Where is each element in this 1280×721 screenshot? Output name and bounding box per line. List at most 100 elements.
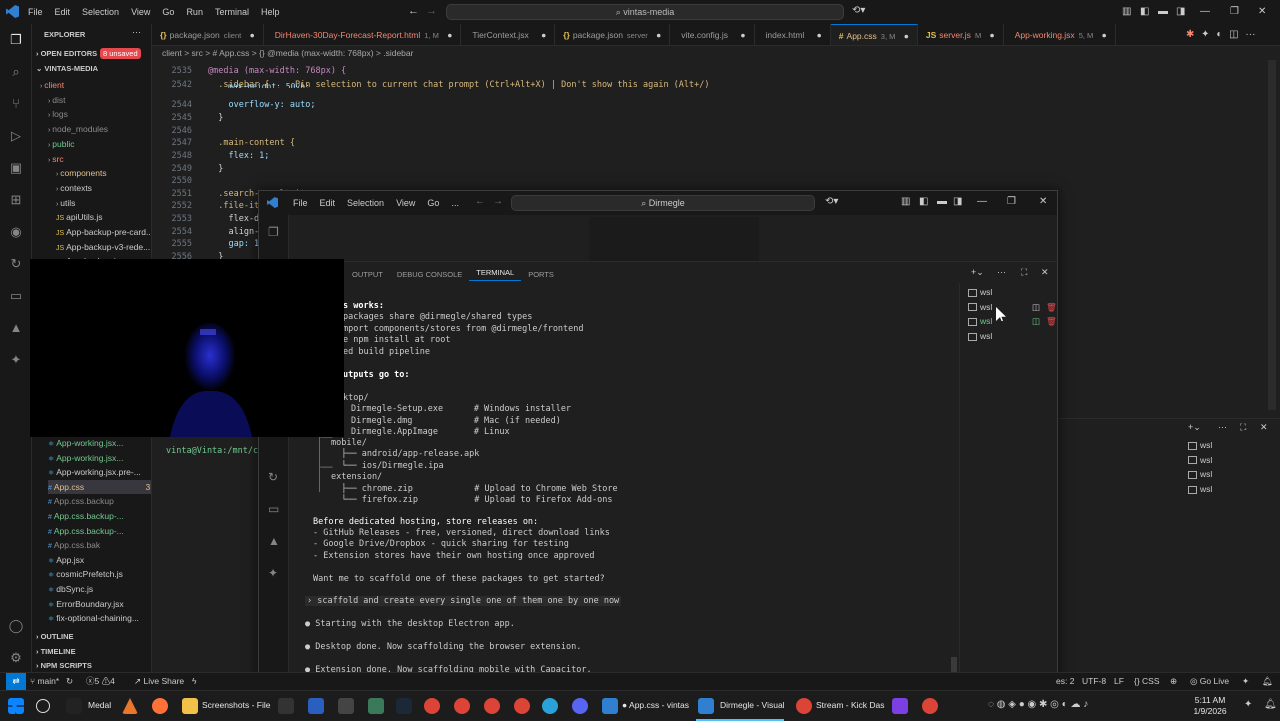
secondary-sidebar-icon[interactable]: ◨: [1176, 6, 1185, 17]
telegram-icon[interactable]: [542, 698, 558, 714]
editor-tab[interactable]: JS server.js M ●: [918, 24, 1004, 45]
new-terminal-icon[interactable]: +⌄: [1188, 422, 1201, 433]
folder-item[interactable]: › dist: [48, 93, 151, 107]
unsaved-dot-icon[interactable]: ●: [445, 30, 452, 40]
restore-icon[interactable]: ❐: [1230, 6, 1239, 17]
folder-item[interactable]: › node_modules: [48, 122, 151, 136]
terminal-instance[interactable]: wsl: [968, 331, 992, 341]
terminal-instance[interactable]: wsl: [1188, 440, 1212, 450]
problems-indicator[interactable]: ⓧ5 ⚠4: [86, 673, 115, 690]
layout-icon[interactable]: ▥: [1122, 6, 1131, 17]
tray-icons[interactable]: ◌ ◍ ◈ ● ◉ ✱ ◎ ◐ ☁ ♪: [988, 699, 1088, 710]
ai-sparkle-icon[interactable]: ✦: [8, 352, 24, 368]
eol[interactable]: LF: [1114, 673, 1124, 690]
taskbar-medal-label[interactable]: Medal: [88, 700, 111, 710]
folder-item[interactable]: › utils: [56, 196, 151, 210]
split-terminal-icon[interactable]: ◫: [1032, 302, 1040, 313]
copilot-icon[interactable]: ⟲▾: [825, 196, 838, 207]
file-item[interactable]: # App.css.backup-...U: [48, 524, 151, 538]
menu-go[interactable]: Go: [421, 198, 445, 208]
copilot-sparkle-icon[interactable]: ✦: [1244, 699, 1252, 710]
folder-item[interactable]: › logs: [48, 107, 151, 121]
menu-file[interactable]: File: [22, 7, 49, 17]
sparkle-icon[interactable]: ✦: [1242, 673, 1249, 690]
app-icon[interactable]: [892, 698, 908, 714]
menu-selection[interactable]: Selection: [341, 198, 390, 208]
chrome-extra-icon[interactable]: [922, 698, 938, 714]
folder-item[interactable]: › public: [48, 137, 151, 151]
run-debug-icon[interactable]: ▷: [8, 128, 24, 144]
search-icon[interactable]: [36, 699, 50, 713]
close-panel-icon[interactable]: ✕: [1041, 267, 1049, 278]
file-item[interactable]: ⚛ App.jsx: [48, 553, 151, 567]
editor-tab[interactable]: # App.css 3, M ●: [830, 24, 918, 45]
git-icon[interactable]: [368, 698, 384, 714]
file-explorer-icon[interactable]: [182, 698, 198, 714]
minimize-icon[interactable]: —: [977, 196, 987, 207]
explorer-icon[interactable]: ❐: [8, 32, 24, 48]
vscode-icon[interactable]: [602, 698, 618, 714]
search-icon[interactable]: ⌕: [8, 64, 24, 80]
file-item[interactable]: ⚛ App-working.jsx...U: [48, 451, 151, 465]
steam-icon[interactable]: [396, 698, 412, 714]
ai-sparkle-icon[interactable]: ✦: [268, 566, 278, 580]
minimize-icon[interactable]: —: [1200, 6, 1210, 17]
split-terminal-icon[interactable]: ◫: [1032, 316, 1040, 327]
sidebar-toggle-icon[interactable]: ◧: [919, 196, 928, 207]
file-item[interactable]: ⚛ App-working.jsx.pre-...: [48, 465, 151, 479]
clock-date[interactable]: 1/9/2026: [1188, 706, 1232, 716]
taskbar-stream-label[interactable]: Stream - Kick Das: [816, 700, 885, 710]
indentation[interactable]: es: 2: [1056, 673, 1074, 690]
menu-more[interactable]: ...: [445, 198, 465, 208]
editor-tab[interactable]: TierContext.jsx ●: [461, 24, 556, 45]
extensions-icon[interactable]: ⊞: [8, 192, 24, 208]
encoding[interactable]: UTF-8: [1082, 673, 1106, 690]
tab-ports[interactable]: PORTS: [521, 270, 561, 279]
sidebar-toggle-icon[interactable]: ◧: [1140, 6, 1149, 17]
firefox-icon[interactable]: [152, 698, 168, 714]
remote-indicator-icon[interactable]: ⇄: [6, 673, 26, 690]
back-arrow-icon[interactable]: ←: [475, 196, 485, 207]
unsaved-dot-icon[interactable]: ●: [654, 30, 661, 40]
live-share-button[interactable]: ↗ Live Share: [134, 673, 184, 690]
account-icon[interactable]: ◯: [8, 618, 24, 634]
new-terminal-icon[interactable]: +⌄: [971, 267, 984, 278]
bolt-icon[interactable]: ϟ: [192, 673, 197, 690]
unsaved-dot-icon[interactable]: ●: [539, 30, 546, 40]
timeline-header[interactable]: › TIMELINE: [36, 645, 151, 659]
file-item[interactable]: # App.css.backup-...U: [48, 509, 151, 523]
tab-output[interactable]: OUTPUT: [345, 270, 390, 279]
source-control-icon[interactable]: ⑂: [8, 96, 24, 112]
back-arrow-icon[interactable]: ←: [408, 5, 419, 17]
file-item[interactable]: ⚛ App-working.jsx...U: [48, 436, 151, 450]
remote-explorer-icon[interactable]: ▣: [8, 160, 24, 176]
terminal-instance[interactable]: wsl: [1188, 455, 1212, 465]
medal-icon[interactable]: [66, 698, 82, 714]
copilot-status-icon[interactable]: ⊕: [1170, 673, 1177, 690]
unsaved-dot-icon[interactable]: ●: [987, 30, 995, 40]
maximize-panel-icon[interactable]: ⛶: [1240, 422, 1246, 433]
menu-run[interactable]: Run: [180, 7, 209, 17]
live-share-icon[interactable]: ↻: [8, 256, 24, 272]
panel-toggle-icon[interactable]: ▬: [937, 196, 947, 207]
split-editor-icon[interactable]: ◫: [1229, 29, 1238, 40]
more-actions-icon[interactable]: ···: [997, 267, 1006, 277]
menu-terminal[interactable]: Terminal: [209, 7, 255, 17]
terminal-instance[interactable]: wsl ◫ 🗑︎: [968, 302, 1064, 312]
tab-debug-console[interactable]: DEBUG CONSOLE: [390, 270, 469, 279]
terminal-instance[interactable]: wsl: [968, 287, 992, 297]
breadcrumb[interactable]: client > src > # App.css > {} @media (ma…: [162, 46, 413, 60]
command-center-search[interactable]: ⌕ Dirmegle: [511, 195, 815, 211]
unsaved-dot-icon[interactable]: ●: [738, 30, 745, 40]
secondary-sidebar-icon[interactable]: ◨: [953, 196, 962, 207]
menu-edit[interactable]: Edit: [49, 7, 77, 17]
menu-edit[interactable]: Edit: [314, 198, 342, 208]
file-item[interactable]: JS apiUtils.js: [56, 210, 151, 224]
unsaved-dot-icon[interactable]: ●: [247, 30, 255, 40]
editor-tab[interactable]: {} package.json server ●: [555, 24, 671, 45]
test-icon[interactable]: ▲: [8, 320, 24, 336]
more-actions-icon[interactable]: ···: [1245, 29, 1255, 40]
sparkle-icon[interactable]: ✦: [1201, 29, 1209, 40]
outline-header[interactable]: › OUTLINE: [36, 630, 151, 644]
explorer-icon[interactable]: ❐: [268, 225, 279, 239]
